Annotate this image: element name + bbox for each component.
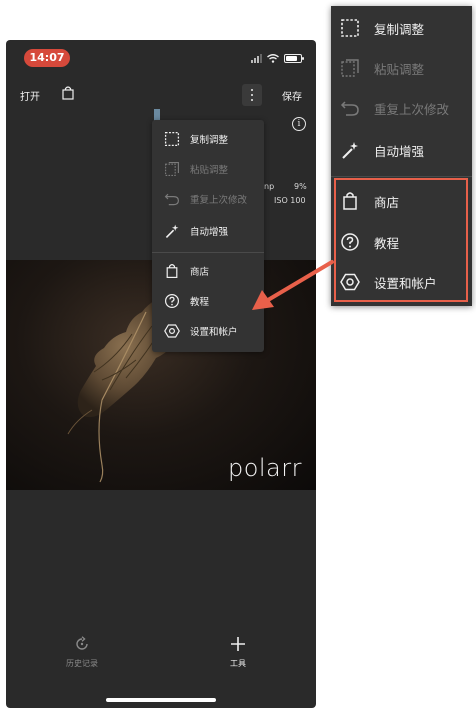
undo-arrow-icon [340,101,359,116]
paste-adjustments-icon [341,59,359,77]
copy-adjustments-icon [341,19,359,37]
menu-item-tutorials[interactable]: 教程 [152,286,264,316]
info-icon[interactable]: i [292,117,306,131]
home-indicator [106,698,216,702]
menu-item-settings-account[interactable]: 设置和帐户 [152,316,264,346]
paste-adjustments-icon [165,162,179,176]
tools-label: 工具 [230,659,246,668]
overflow-menu: 复制调整 粘贴调整 重复上次修改 自动增强 商店 教程 设置和帐户 [152,120,264,352]
top-toolbar: 打开 保存 [6,84,316,106]
plus-icon [231,637,245,651]
tools-button[interactable]: 工具 [218,636,258,669]
menu-item-label: 自动增强 [190,227,229,238]
more-options-button[interactable] [242,84,262,106]
status-bar: 14:07 [6,40,316,76]
cellular-signal-icon [251,53,262,63]
shopping-bag-icon[interactable] [62,86,74,100]
battery-icon [284,53,304,63]
highlight-box [334,178,468,302]
magic-wand-icon [342,142,358,159]
wifi-icon [267,53,279,63]
menu-item-copy-adjustments[interactable]: 复制调整 [152,124,264,154]
menu-item-auto-enhance[interactable]: 自动增强 [331,130,472,170]
help-circle-icon [165,294,179,308]
menu-item-label: 复制调整 [190,135,229,146]
menu-item-repeat-last-edit[interactable]: 重复上次修改 [331,88,472,128]
history-button[interactable]: 历史记录 [62,636,102,669]
stat-percent: 9% [294,182,307,191]
settings-hexagon-icon [164,324,180,338]
open-button[interactable]: 打开 [20,88,40,103]
stat-iso: ISO 100 [274,196,306,205]
menu-item-label: 设置和帐户 [190,327,238,338]
menu-item-label: 粘贴调整 [190,165,229,176]
history-label: 历史记录 [66,659,98,668]
save-button[interactable]: 保存 [282,88,302,103]
status-icons [251,52,304,64]
menu-item-label: 复制调整 [374,21,425,37]
menu-item-copy-adjustments[interactable]: 复制调整 [331,8,472,48]
menu-item-label: 粘贴调整 [374,61,425,77]
menu-item-label: 教程 [190,297,210,308]
status-time: 14:07 [24,49,70,67]
history-icon [76,636,88,650]
menu-item-paste-adjustments[interactable]: 粘贴调整 [331,48,472,88]
magic-wand-icon [165,224,179,238]
menu-item-paste-adjustments[interactable]: 粘贴调整 [152,154,264,184]
menu-divider [152,252,264,253]
polarr-watermark: polarr [227,454,302,482]
menu-item-repeat-last-edit[interactable]: 重复上次修改 [152,184,264,214]
menu-divider [331,176,472,177]
menu-item-label: 重复上次修改 [190,195,248,206]
menu-item-label: 商店 [190,267,210,278]
menu-item-label: 自动增强 [374,143,425,159]
bottom-toolbar: 历史记录 工具 [6,636,316,676]
undo-arrow-icon [164,193,180,206]
shopping-bag-icon [166,264,178,278]
copy-adjustments-icon [164,131,180,147]
menu-item-auto-enhance[interactable]: 自动增强 [152,216,264,246]
menu-item-store[interactable]: 商店 [152,256,264,286]
stat-partial-label: np [264,182,275,191]
menu-item-label: 重复上次修改 [374,101,450,117]
